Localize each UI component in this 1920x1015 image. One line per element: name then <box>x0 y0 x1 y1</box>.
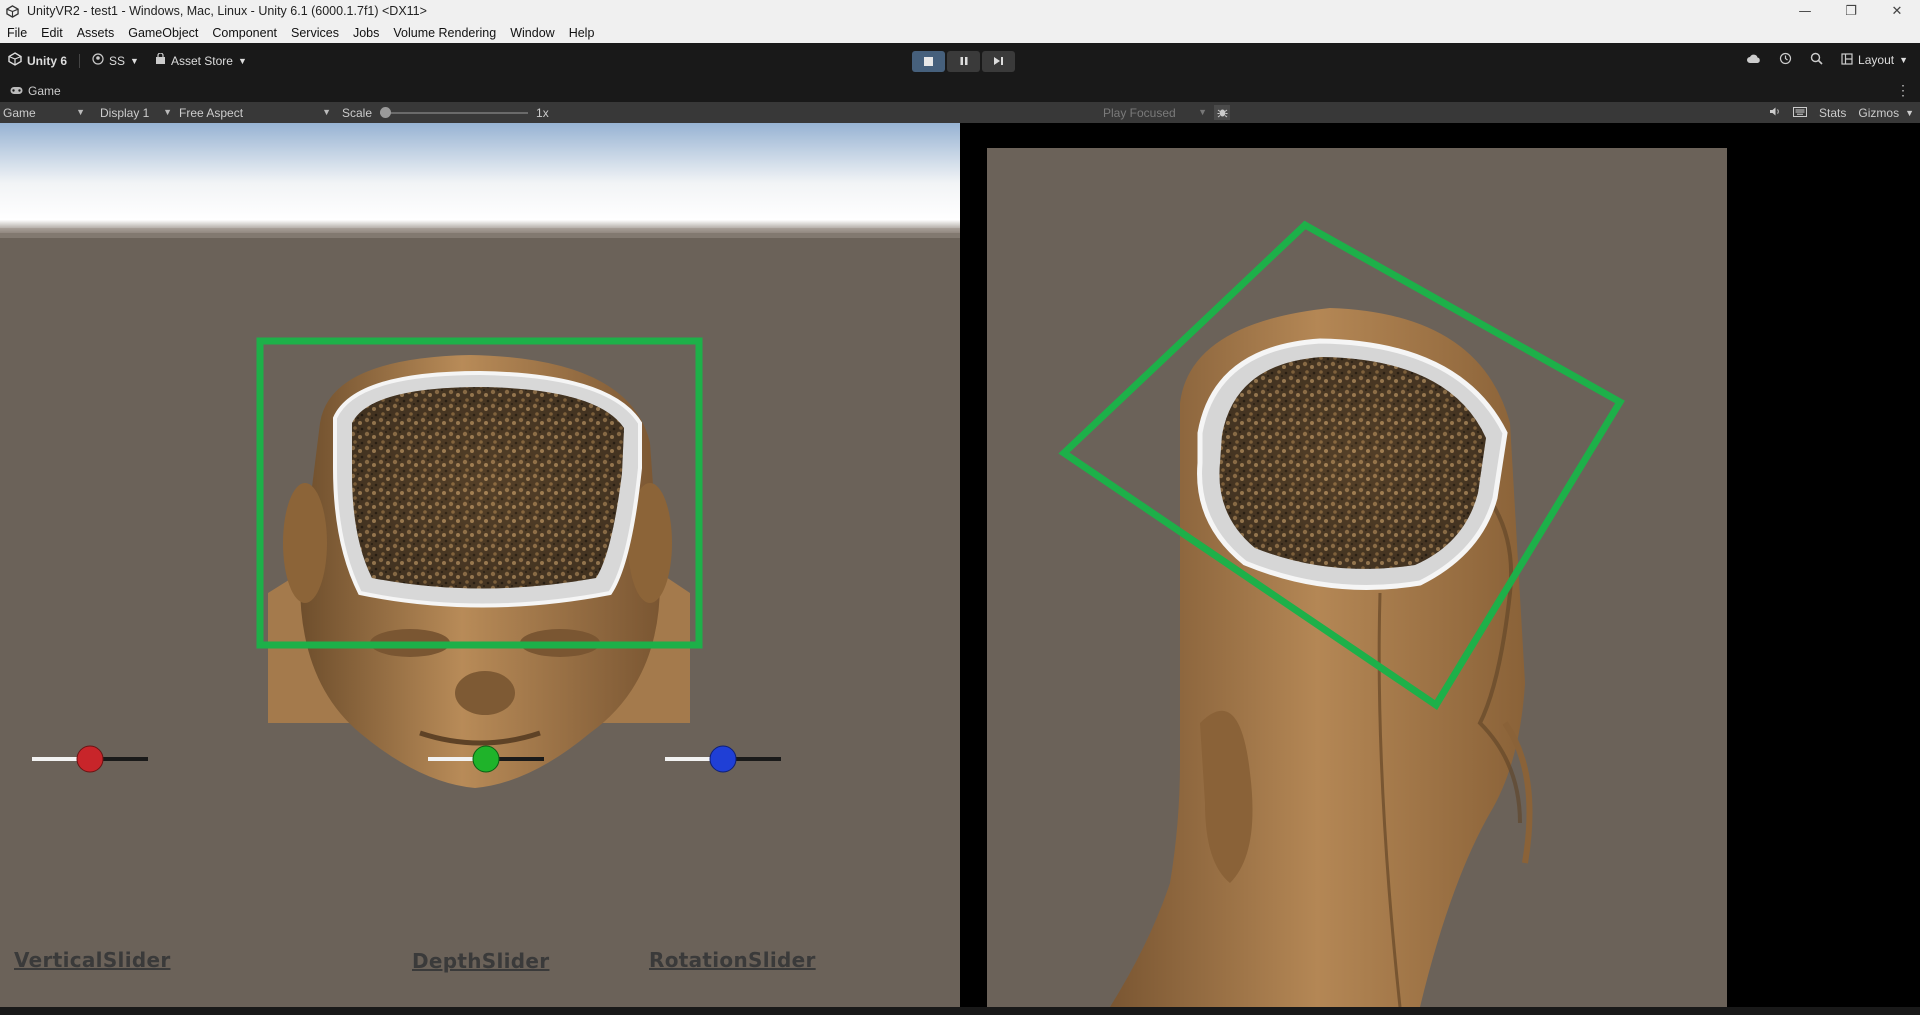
gamepad-icon <box>10 84 23 98</box>
menu-services[interactable]: Services <box>284 26 346 40</box>
play-button[interactable] <box>912 51 945 72</box>
history-icon[interactable] <box>1779 52 1792 68</box>
asset-store-dropdown[interactable]: Asset Store ▼ <box>155 52 247 68</box>
game-tab-bar: Game ⋮ <box>0 79 1920 102</box>
menu-component[interactable]: Component <box>205 26 284 40</box>
audio-icon[interactable] <box>1769 106 1781 120</box>
scale-slider-knob[interactable] <box>380 106 392 118</box>
menu-window[interactable]: Window <box>503 26 561 40</box>
display-dropdown[interactable]: Display 1 ▼ <box>97 104 175 121</box>
play-focused-dropdown[interactable]: Play Focused ▼ <box>1100 104 1210 121</box>
depth-slider-knob[interactable] <box>472 745 500 773</box>
close-icon[interactable]: ✕ <box>1874 0 1920 22</box>
account-dropdown[interactable]: SS ▼ <box>92 53 139 68</box>
search-icon[interactable] <box>1810 52 1823 68</box>
vertical-slider-knob[interactable] <box>76 745 104 773</box>
account-label: SS <box>109 53 126 68</box>
status-bar <box>0 1007 1920 1015</box>
pause-icon <box>959 55 969 69</box>
chevron-down-icon: ▼ <box>322 107 331 117</box>
scale-slider[interactable] <box>380 106 529 118</box>
restore-icon[interactable]: ❐ <box>1828 0 1874 22</box>
game-mode-label: Game <box>3 105 36 120</box>
window-title: UnityVR2 - test1 - Windows, Mac, Linux -… <box>27 4 427 18</box>
chevron-down-icon[interactable]: ▼ <box>1905 108 1914 118</box>
menu-volume-rendering[interactable]: Volume Rendering <box>386 26 503 40</box>
menu-bar: File Edit Assets GameObject Component Se… <box>0 22 1920 43</box>
step-button[interactable] <box>982 51 1015 72</box>
stats-button[interactable]: Stats <box>1819 106 1846 120</box>
unity-logo-icon <box>8 52 22 69</box>
scale-value: 1x <box>536 105 549 120</box>
pause-button[interactable] <box>947 51 980 72</box>
menu-file[interactable]: File <box>0 26 34 40</box>
title-bar: UnityVR2 - test1 - Windows, Mac, Linux -… <box>0 0 1920 22</box>
sky <box>0 123 960 233</box>
aspect-label: Free Aspect <box>179 105 244 120</box>
stop-icon <box>924 57 933 66</box>
menu-gameobject[interactable]: GameObject <box>121 26 205 40</box>
chevron-down-icon: ▼ <box>163 107 172 117</box>
game-view[interactable]: VerticalSlider DepthSlider RotationSlide… <box>0 123 1920 1007</box>
more-options-icon[interactable]: ⋮ <box>1896 82 1910 99</box>
menu-jobs[interactable]: Jobs <box>346 26 386 40</box>
chevron-down-icon: ▼ <box>1899 55 1908 65</box>
asset-store-label: Asset Store <box>170 53 233 68</box>
main-toolbar: Unity 6 SS ▼ Asset Store ▼ Layout ▼ <box>0 43 1920 79</box>
menu-assets[interactable]: Assets <box>70 26 122 40</box>
keyboard-icon[interactable] <box>1793 106 1808 120</box>
unity-logo-icon <box>5 4 19 18</box>
chevron-down-icon: ▼ <box>1198 107 1207 117</box>
scale-label: Scale <box>342 105 373 120</box>
display-label: Display 1 <box>100 105 150 120</box>
layout-dropdown[interactable]: Layout ▼ <box>1841 52 1908 68</box>
game-render-canvas <box>0 123 1920 1007</box>
minimize-icon[interactable]: — <box>1782 0 1828 22</box>
chevron-down-icon: ▼ <box>237 55 247 66</box>
step-forward-icon <box>993 55 1004 69</box>
product-label: Unity 6 <box>27 53 68 68</box>
bug-icon[interactable] <box>1214 105 1230 120</box>
unity-product-button[interactable]: Unity 6 <box>8 52 67 69</box>
scale-control: Scale 1x <box>342 104 549 121</box>
play-focused-label: Play Focused <box>1103 105 1176 120</box>
account-icon <box>92 53 104 68</box>
layout-icon <box>1841 52 1853 68</box>
game-mode-dropdown[interactable]: Game ▼ <box>0 104 88 121</box>
game-view-toolbar: Game ▼ Display 1 ▼ Free Aspect ▼ Scale 1… <box>0 102 1920 123</box>
tab-game-label: Game <box>28 83 61 98</box>
rotation-slider-label: RotationSlider <box>649 948 816 972</box>
menu-edit[interactable]: Edit <box>34 26 70 40</box>
vertical-slider-label: VerticalSlider <box>14 948 171 972</box>
shopping-bag-icon <box>155 52 166 68</box>
cloud-icon[interactable] <box>1746 53 1761 67</box>
tab-game[interactable]: Game <box>0 84 61 98</box>
gizmos-button[interactable]: Gizmos <box>1858 106 1899 120</box>
chevron-down-icon: ▼ <box>76 107 85 117</box>
depth-slider-label: DepthSlider <box>412 949 550 973</box>
play-controls <box>912 51 1015 72</box>
menu-help[interactable]: Help <box>562 26 602 40</box>
layout-label: Layout <box>1858 53 1895 67</box>
aspect-dropdown[interactable]: Free Aspect ▼ <box>176 104 334 121</box>
rotation-slider-knob[interactable] <box>709 745 737 773</box>
chevron-down-icon: ▼ <box>130 55 139 66</box>
